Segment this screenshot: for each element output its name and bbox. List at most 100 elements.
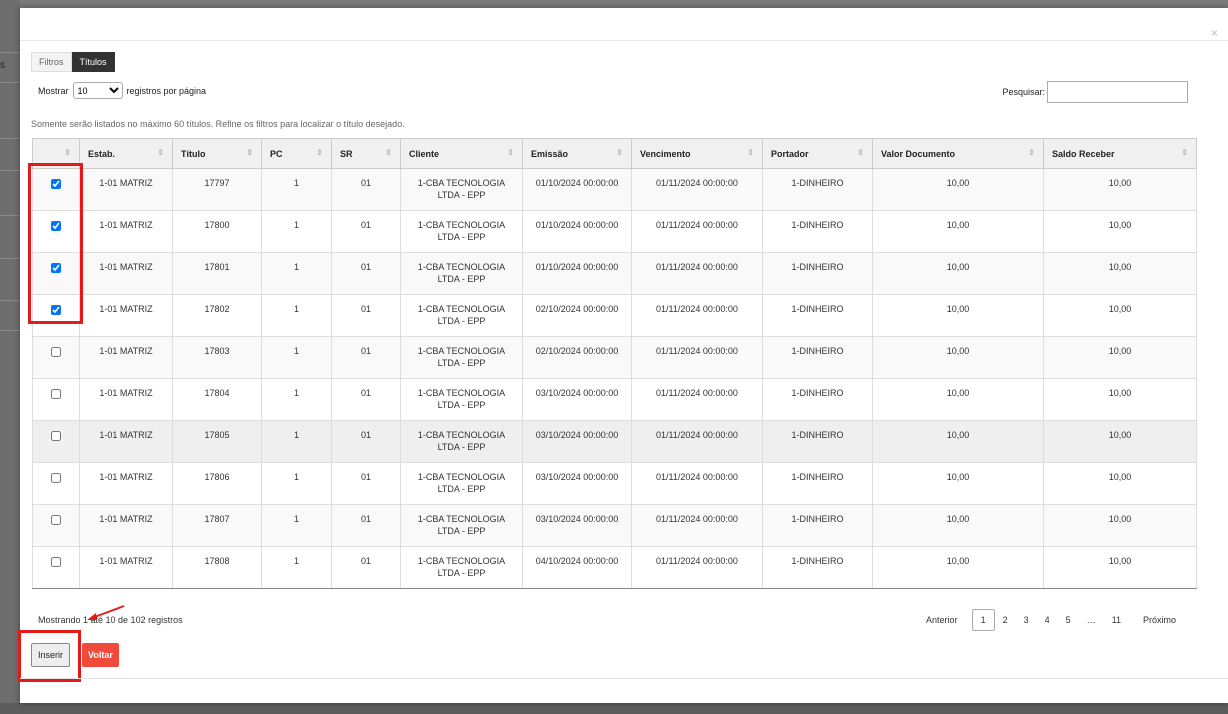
cell-valor: 10,00 [872, 336, 1044, 379]
cell-sr: 01 [331, 462, 401, 505]
sort-icon: ⇕ [1181, 148, 1188, 157]
cell-titulo: 17801 [172, 252, 262, 295]
backdrop-letter: s [0, 60, 5, 71]
cell-sr: 01 [331, 336, 401, 379]
cell-titulo: 17800 [172, 210, 262, 253]
cell-cliente: 1-CBA TECNOLOGIA LTDA - EPP [400, 546, 523, 589]
pagination-ellipsis: … [1086, 615, 1096, 625]
col-header-saldo-receber[interactable]: Saldo Receber ⇕ [1043, 138, 1197, 169]
cell-estab: 1-01 MATRIZ [79, 336, 173, 379]
cell-valor: 10,00 [872, 252, 1044, 295]
cell-valor: 10,00 [872, 168, 1044, 211]
cell-pc: 1 [261, 210, 332, 253]
tab-titulos[interactable]: Títulos [71, 52, 115, 72]
titles-table: ⇕ Estab. ⇕ Título ⇕ PC ⇕ SR ⇕ Cliente ⇕ Emiss… [32, 138, 1197, 589]
col-header-estab[interactable]: Estab. ⇕ [79, 138, 173, 169]
col-header-cliente[interactable]: Cliente ⇕ [400, 138, 523, 169]
sort-icon: ⇕ [1028, 148, 1035, 157]
pagination-page-current[interactable]: 1 [971, 609, 995, 631]
col-header-valor-documento[interactable]: Valor Documento ⇕ [872, 138, 1044, 169]
insert-button[interactable]: Inserir [31, 643, 71, 667]
row-select-checkbox[interactable] [51, 431, 61, 441]
table-row[interactable]: 1-01 MATRIZ 17806 1 01 1-CBA TECNOLOGIA LTDA … [32, 462, 1197, 505]
cell-emissao: 03/10/2024 00:00:00 [522, 462, 632, 505]
cell-sr: 01 [331, 168, 401, 211]
cell-estab: 1-01 MATRIZ [79, 504, 173, 547]
row-select-cell [32, 168, 80, 211]
sort-icon: ⇕ [616, 148, 623, 157]
table-row[interactable]: 1-01 MATRIZ 17807 1 01 1-CBA TECNOLOGIA LTDA … [32, 504, 1197, 547]
page-length-control: Mostrar 10 registros por página [38, 82, 206, 99]
page-length-select[interactable]: 10 [72, 82, 123, 99]
table-header-row: ⇕ Estab. ⇕ Título ⇕ PC ⇕ SR ⇕ Cliente ⇕ Emiss… [32, 138, 1197, 169]
cell-saldo: 10,00 [1043, 420, 1197, 463]
backdrop-bottom [0, 703, 1228, 714]
search-input[interactable] [1047, 81, 1188, 103]
tab-bar: Filtros Títulos [31, 52, 115, 72]
cell-saldo: 10,00 [1043, 336, 1197, 379]
back-button[interactable]: Voltar [82, 643, 119, 667]
annotation-arrow-icon [87, 605, 125, 620]
row-select-checkbox[interactable] [51, 473, 61, 483]
cell-estab: 1-01 MATRIZ [79, 378, 173, 421]
col-header-emissao[interactable]: Emissão ⇕ [522, 138, 632, 169]
row-select-cell [32, 210, 80, 253]
row-select-checkbox[interactable] [51, 389, 61, 399]
table-row[interactable]: 1-01 MATRIZ 17803 1 01 1-CBA TECNOLOGIA LTDA … [32, 336, 1197, 379]
cell-vencimento: 01/11/2024 00:00:00 [631, 378, 763, 421]
col-header-portador[interactable]: Portador ⇕ [762, 138, 873, 169]
cell-portador: 1-DINHEIRO [762, 420, 873, 463]
cell-cliente: 1-CBA TECNOLOGIA LTDA - EPP [400, 378, 523, 421]
sort-icon: ⇕ [246, 148, 253, 157]
pagination-previous[interactable]: Anterior [918, 611, 966, 629]
search-label: Pesquisar: [1002, 87, 1045, 97]
cell-cliente: 1-CBA TECNOLOGIA LTDA - EPP [400, 294, 523, 337]
row-select-checkbox[interactable] [51, 263, 61, 273]
pagination-next[interactable]: Próximo [1135, 611, 1184, 629]
table-row[interactable]: 1-01 MATRIZ 17797 1 01 1-CBA TECNOLOGIA LTDA … [32, 168, 1197, 211]
table-row[interactable]: 1-01 MATRIZ 17805 1 01 1-CBA TECNOLOGIA LTDA … [32, 420, 1197, 463]
cell-saldo: 10,00 [1043, 462, 1197, 505]
cell-pc: 1 [261, 294, 332, 337]
cell-estab: 1-01 MATRIZ [79, 252, 173, 295]
tab-filtros[interactable]: Filtros [31, 52, 72, 72]
row-select-cell [32, 252, 80, 295]
table-row[interactable]: 1-01 MATRIZ 17808 1 01 1-CBA TECNOLOGIA LTDA … [32, 546, 1197, 589]
cell-saldo: 10,00 [1043, 252, 1197, 295]
close-icon[interactable]: × [1211, 26, 1218, 40]
row-select-checkbox[interactable] [51, 515, 61, 525]
row-select-checkbox[interactable] [51, 305, 61, 315]
pagination-page[interactable]: 2 [995, 611, 1016, 629]
cell-vencimento: 01/11/2024 00:00:00 [631, 336, 763, 379]
cell-estab: 1-01 MATRIZ [79, 210, 173, 253]
cell-estab: 1-01 MATRIZ [79, 294, 173, 337]
info-note: Somente serão listados no máximo 60 títu… [31, 119, 405, 129]
table-row[interactable]: 1-01 MATRIZ 17800 1 01 1-CBA TECNOLOGIA LTDA … [32, 210, 1197, 253]
cell-pc: 1 [261, 462, 332, 505]
col-header-vencimento[interactable]: Vencimento ⇕ [631, 138, 763, 169]
row-select-checkbox[interactable] [51, 179, 61, 189]
row-select-checkbox[interactable] [51, 347, 61, 357]
row-select-cell [32, 462, 80, 505]
cell-emissao: 01/10/2024 00:00:00 [522, 168, 632, 211]
pagination-page[interactable]: 4 [1037, 611, 1058, 629]
cell-sr: 01 [331, 294, 401, 337]
row-select-cell [32, 420, 80, 463]
col-header-sr[interactable]: SR ⇕ [331, 138, 401, 169]
cell-portador: 1-DINHEIRO [762, 504, 873, 547]
cell-cliente: 1-CBA TECNOLOGIA LTDA - EPP [400, 336, 523, 379]
col-header-select[interactable]: ⇕ [32, 138, 80, 169]
pagination-page[interactable]: 3 [1016, 611, 1037, 629]
cell-emissao: 03/10/2024 00:00:00 [522, 378, 632, 421]
pagination-page[interactable]: 5 [1058, 611, 1079, 629]
table-row[interactable]: 1-01 MATRIZ 17802 1 01 1-CBA TECNOLOGIA LTDA … [32, 294, 1197, 337]
row-select-cell [32, 294, 80, 337]
row-select-checkbox[interactable] [51, 221, 61, 231]
row-select-checkbox[interactable] [51, 557, 61, 567]
table-row[interactable]: 1-01 MATRIZ 17804 1 01 1-CBA TECNOLOGIA LTDA … [32, 378, 1197, 421]
pagination-page-last[interactable]: 11 [1104, 611, 1129, 629]
col-header-pc[interactable]: PC ⇕ [261, 138, 332, 169]
search-control: Pesquisar: [1002, 81, 1188, 103]
col-header-titulo[interactable]: Título ⇕ [172, 138, 262, 169]
table-row[interactable]: 1-01 MATRIZ 17801 1 01 1-CBA TECNOLOGIA LTDA … [32, 252, 1197, 295]
